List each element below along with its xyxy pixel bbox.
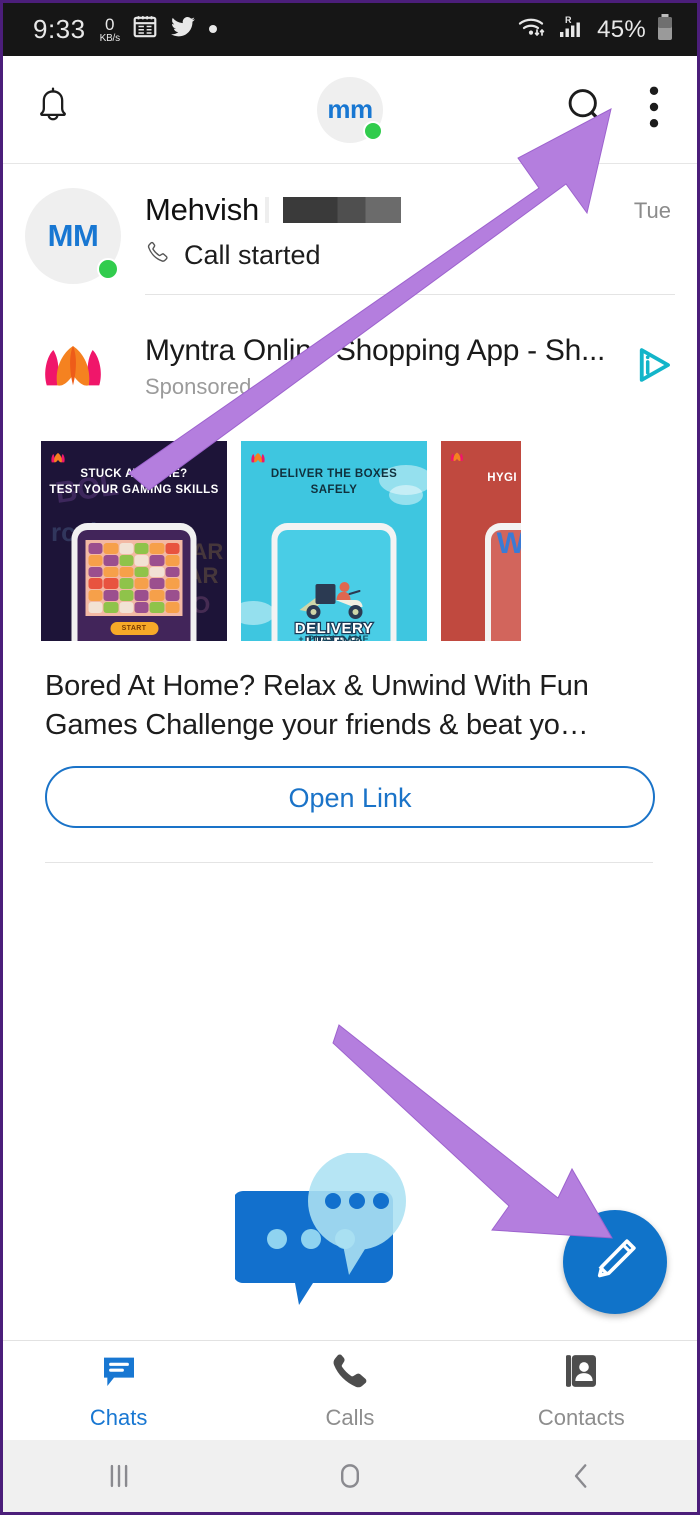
- dot-icon: [208, 21, 218, 39]
- nav-item-contacts[interactable]: Contacts: [466, 1351, 697, 1431]
- ad-card[interactable]: HYGI W: [441, 441, 521, 641]
- w-wordmark: W: [496, 527, 521, 560]
- nav-item-chats[interactable]: Chats: [3, 1351, 234, 1431]
- ad-card[interactable]: DELIVER THE BOXES SAFELY DELIVERY + PLAY…: [241, 441, 427, 641]
- compose-fab[interactable]: [563, 1210, 667, 1314]
- ad-card[interactable]: BOL rcal STAR WAR GO STUCK AT HOME? TEST…: [41, 441, 227, 641]
- ad-card-caption: DELIVER THE BOXES SAFELY: [270, 468, 398, 496]
- calendar-icon: [132, 14, 158, 45]
- network-speed-unit: KB/s: [99, 32, 121, 44]
- avatar-initials: MM: [47, 218, 99, 253]
- network-speed-indicator: 0 KB/s: [99, 14, 121, 44]
- app-bar: mm: [3, 56, 697, 164]
- chat-preview: Call started: [184, 240, 321, 270]
- nav-item-calls[interactable]: Calls: [234, 1351, 465, 1431]
- ad-divider: [45, 862, 653, 864]
- ad-card-caption: STUCK AT HOME? TEST YOUR GAMING SKILLS: [49, 468, 219, 496]
- redacted-name-block: [265, 192, 402, 223]
- chat-list[interactable]: MM Mehvish Tue Call started Myntra Onlin…: [3, 164, 697, 1340]
- profile-avatar-wrapper[interactable]: mm: [317, 76, 383, 143]
- status-bar: 9:33 0 KB/s R 45%: [3, 3, 697, 56]
- contacts-book-icon: [561, 1351, 601, 1396]
- back-icon[interactable]: [466, 1459, 697, 1493]
- bell-icon[interactable]: [31, 85, 75, 134]
- network-speed-value: 0: [105, 14, 115, 34]
- presence-indicator: [363, 120, 383, 141]
- scooter-illustration: [299, 582, 362, 619]
- ad-carousel[interactable]: BOL rcal STAR WAR GO STUCK AT HOME? TEST…: [25, 441, 675, 641]
- battery-percent: 45%: [597, 15, 646, 43]
- wifi-data-icon: [517, 14, 549, 45]
- search-icon[interactable]: [563, 84, 609, 135]
- phone-icon: [330, 1351, 370, 1396]
- open-link-button[interactable]: Open Link: [45, 766, 655, 829]
- more-vertical-icon[interactable]: [639, 84, 669, 135]
- phone-mockup: START: [71, 523, 197, 641]
- phone-call-icon: [145, 239, 173, 272]
- nav-label: Chats: [89, 1404, 148, 1430]
- system-navigation-bar: [3, 1440, 697, 1512]
- nav-label: Contacts: [537, 1404, 625, 1430]
- contact-name: Mehvish: [145, 192, 260, 227]
- play-game-cta: + PLAY GAME: [298, 634, 370, 641]
- phone-mockup: DELIVERY HERO + PLAY GAME: [271, 523, 397, 641]
- game-grid: [85, 540, 183, 616]
- ad-card-caption: HYGI: [487, 472, 517, 484]
- status-time: 9:33: [33, 14, 86, 44]
- recents-icon[interactable]: [3, 1459, 234, 1493]
- ad-sponsored-label: Sponsored: [145, 374, 252, 399]
- twitter-icon: [170, 14, 196, 45]
- myntra-logo-icon: [25, 319, 121, 415]
- home-icon[interactable]: [234, 1459, 465, 1493]
- compose-pencil-icon: [588, 1233, 642, 1292]
- bottom-navigation: Chats Calls Contacts: [3, 1340, 697, 1440]
- ad-description: Bored At Home? Relax & Unwind With Fun G…: [45, 670, 589, 741]
- avatar-initials: mm: [327, 94, 373, 124]
- myntra-mark-icon: [448, 448, 466, 471]
- phone-screen: 9:33 0 KB/s R 45% mm MM Mehvish Tue Call…: [0, 0, 700, 1515]
- battery-icon: [655, 13, 675, 46]
- presence-indicator: [97, 258, 119, 280]
- ad-title: Myntra Online Shopping App - Sh...: [145, 334, 606, 367]
- nav-label: Calls: [325, 1404, 375, 1430]
- chat-icon: [99, 1351, 139, 1396]
- svg-text:R: R: [565, 15, 572, 25]
- list-item[interactable]: MM Mehvish Tue Call started: [3, 164, 697, 295]
- start-button: START: [110, 622, 158, 635]
- adchoices-icon[interactable]: [623, 344, 675, 391]
- chat-timestamp: Tue: [633, 198, 671, 223]
- sponsored-ad[interactable]: Myntra Online Shopping App - Sh... Spons…: [3, 295, 697, 864]
- avatar[interactable]: MM: [25, 188, 121, 284]
- list-divider: [145, 294, 675, 295]
- chat-bubbles-illustration: [233, 1152, 465, 1328]
- signal-bars-icon: R: [558, 14, 588, 45]
- avatar[interactable]: mm: [317, 76, 383, 143]
